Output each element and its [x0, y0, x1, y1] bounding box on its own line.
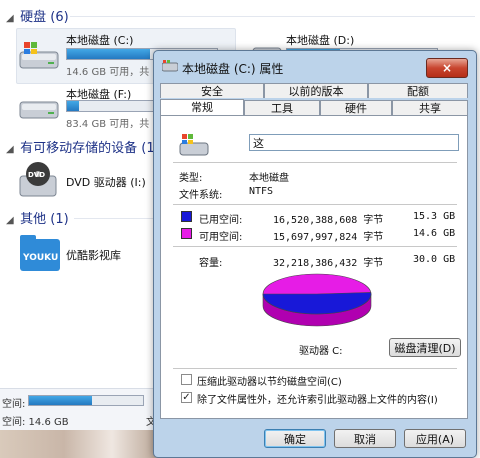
used-gb: 15.3 GB: [413, 211, 456, 222]
youku-logo: YOUKU: [22, 253, 58, 263]
properties-dialog: 本地磁盘 (C:) 属性 × 安全 以前的版本 配额 常规 工具 硬件 共享 这…: [153, 50, 477, 458]
tab-previous-versions[interactable]: 以前的版本: [264, 83, 368, 98]
compress-label: 压缩此驱动器以节约磁盘空间(C): [197, 377, 342, 388]
drive-title-icon: [162, 60, 178, 72]
type-label: 类型:: [179, 173, 203, 184]
capacity-bytes: 32,218,386,432 字节: [273, 258, 384, 269]
drive-c-info: 14.6 GB 可用，共: [66, 67, 150, 78]
status-space-label: 空间:: [2, 399, 26, 410]
dvd-drive-icon: DVD: [19, 162, 57, 197]
drive-c-label: 本地磁盘 (C:): [66, 34, 134, 47]
section-other-label: 其他 (1): [20, 212, 69, 227]
section-removable[interactable]: ◢ 有可移动存储的设备 (1: [6, 137, 155, 156]
collapse-chevron-icon[interactable]: ◢: [6, 144, 16, 155]
cancel-button[interactable]: 取消: [334, 429, 396, 448]
section-hard-disks-label: 硬盘 (6): [20, 10, 69, 25]
divider: [173, 162, 457, 163]
section-removable-label: 有可移动存储的设备 (1: [20, 141, 155, 156]
section-divider: [74, 218, 154, 219]
section-divider: [70, 16, 475, 17]
drive-caption: 驱动器 C:: [299, 346, 343, 357]
capacity-gb: 30.0 GB: [413, 254, 456, 265]
ok-button[interactable]: 确定: [264, 429, 326, 448]
divider: [173, 368, 457, 369]
tab-security[interactable]: 安全: [160, 83, 264, 98]
status-usage-fill: [29, 396, 92, 405]
tab-general[interactable]: 常规: [160, 99, 244, 116]
disk-usage-pie: [262, 273, 372, 327]
status-usage-bar: [28, 395, 144, 406]
background-photo: [0, 430, 160, 458]
free-gb: 14.6 GB: [413, 228, 456, 239]
drive-c-usage-fill: [67, 49, 150, 59]
hard-disk-windows-icon: [19, 42, 59, 69]
index-checkbox[interactable]: ✓: [181, 392, 192, 403]
type-value: 本地磁盘: [249, 173, 289, 184]
tab-tools[interactable]: 工具: [244, 100, 320, 115]
capacity-label: 容量:: [199, 258, 223, 269]
drive-windows-icon: [179, 134, 209, 156]
section-other[interactable]: ◢ 其他 (1): [6, 208, 69, 227]
tab-hardware[interactable]: 硬件: [320, 100, 392, 115]
tab-sharing[interactable]: 共享: [392, 100, 468, 115]
svg-text:DVD: DVD: [28, 171, 45, 179]
used-color-swatch: [181, 211, 192, 222]
drive-d-label: 本地磁盘 (D:): [286, 34, 355, 47]
section-hard-disks[interactable]: ◢ 硬盘 (6): [6, 6, 69, 25]
tab-quota[interactable]: 配额: [368, 83, 468, 98]
dialog-titlebar[interactable]: 本地磁盘 (C:) 属性 ×: [154, 51, 476, 83]
apply-button[interactable]: 应用(A): [404, 429, 466, 448]
collapse-chevron-icon[interactable]: ◢: [6, 13, 16, 24]
hard-disk-icon: [19, 101, 59, 119]
youku-folder-icon: YOUKU: [20, 235, 60, 271]
fs-label: 文件系统:: [179, 190, 223, 201]
free-label: 可用空间:: [199, 232, 243, 243]
drive-f-info: 83.4 GB 可用，共: [66, 119, 150, 130]
dialog-title: 本地磁盘 (C:) 属性: [182, 62, 284, 76]
compress-checkbox[interactable]: [181, 374, 192, 385]
dvd-drive-label: DVD 驱动器 (I:): [66, 176, 146, 189]
divider: [173, 204, 457, 205]
general-tab-panel: 这 类型: 本地磁盘 文件系统: NTFS 已用空间: 16,520,388,6…: [160, 115, 468, 419]
free-color-swatch: [181, 228, 192, 239]
used-bytes: 16,520,388,608 字节: [273, 215, 384, 226]
status-free-space: 空间: 14.6 GB: [2, 417, 69, 428]
disk-cleanup-button[interactable]: 磁盘清理(D): [389, 338, 461, 357]
divider: [173, 246, 457, 247]
collapse-chevron-icon[interactable]: ◢: [6, 215, 16, 226]
used-label: 已用空间:: [199, 215, 243, 226]
youku-label: 优酷影视库: [66, 249, 121, 262]
drive-f-usage-fill: [67, 101, 79, 111]
drive-name-input[interactable]: 这: [249, 134, 459, 151]
free-bytes: 15,697,997,824 字节: [273, 232, 384, 243]
index-label: 除了文件属性外，还允许索引此驱动器上文件的内容(I): [197, 395, 438, 406]
fs-value: NTFS: [249, 186, 274, 197]
close-button[interactable]: ×: [426, 58, 468, 78]
